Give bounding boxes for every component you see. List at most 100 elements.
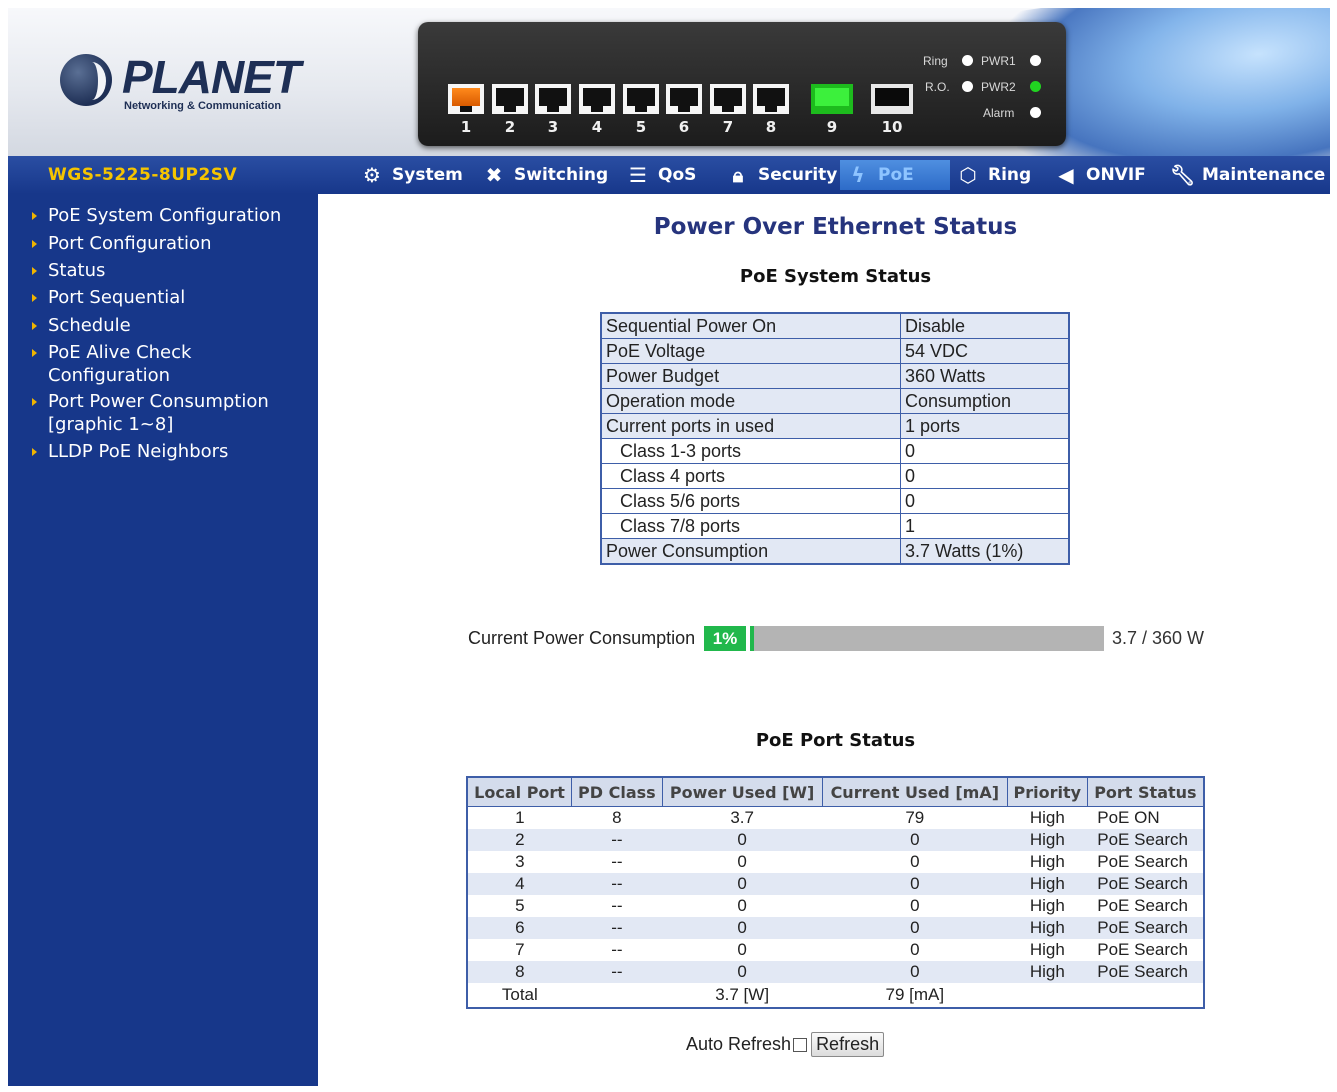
sidebar-item-port-power-consumption[interactable]: Port Power Consumption [graphic 1~8] <box>32 390 269 436</box>
lock-icon: 🔒︎ <box>732 163 744 187</box>
port-1-graphic[interactable] <box>448 84 484 114</box>
cell-port-status: PoE Search <box>1097 896 1188 915</box>
sidebar-item-port-sequential[interactable]: Port Sequential <box>32 286 185 309</box>
cell-power: 0 <box>737 940 747 959</box>
status-value: 3.7 Watts (1%) <box>900 538 1070 565</box>
cell-current: 0 <box>822 961 1008 983</box>
port-6-graphic[interactable] <box>666 84 702 114</box>
main-content: Power Over Ethernet Status PoE System St… <box>318 194 1330 1086</box>
status-key: Class 7/8 ports <box>600 513 901 539</box>
column-header: Power Used [W] <box>661 776 823 807</box>
cell-power: 0 <box>662 829 823 851</box>
nav-system[interactable]: ⚙ System <box>360 160 463 190</box>
planet-logo: PLANET Networking & Communication <box>58 48 301 128</box>
sidebar-item-label: Port Configuration <box>48 233 212 254</box>
sidebar-item-port-configuration[interactable]: Port Configuration <box>32 232 211 255</box>
cell-pd-class: 8 <box>612 808 622 827</box>
sidebar-item-lldp-poe-neighbors[interactable]: LLDP PoE Neighbors <box>32 440 228 463</box>
page-title: Power Over Ethernet Status <box>653 214 1018 240</box>
table-row: 1 8 3.7 79 High PoE ON <box>467 807 1204 830</box>
poe-icon: ϟ <box>851 163 865 187</box>
sidebar-item-schedule[interactable]: Schedule <box>32 314 131 337</box>
table-row: 8 -- 0 0 High PoE Search <box>467 961 1204 983</box>
total-label: Total <box>501 985 538 1004</box>
table-row: Class 4 ports 0 <box>600 463 1070 489</box>
port-7-graphic[interactable] <box>710 84 746 114</box>
device-front-panel: 1 2 3 4 5 6 7 8 9 10 Ring PWR1 R.O. PWR2… <box>418 22 1066 146</box>
nav-switching[interactable]: ✖ Switching <box>482 160 609 190</box>
ro-led-icon <box>962 81 973 92</box>
port-5-graphic[interactable] <box>623 84 659 114</box>
table-row: Class 1-3 ports 0 <box>600 438 1070 464</box>
led-label-pwr2: PWR2 <box>981 80 1016 94</box>
status-key: Class 1-3 ports <box>600 438 901 464</box>
status-key: Operation mode <box>600 388 901 414</box>
cell-current: 0 <box>822 829 1008 851</box>
port-4-graphic[interactable] <box>579 84 615 114</box>
total-power: 3.7 [W] <box>715 985 770 1004</box>
cell-port: 7 <box>515 940 525 959</box>
port-number: 2 <box>504 118 516 136</box>
nav-onvif[interactable]: ◀ ONVIF <box>1054 160 1145 190</box>
cell-priority: High <box>1029 852 1065 871</box>
sidebar-item-label: Schedule <box>48 315 131 336</box>
nav-poe[interactable]: ϟ PoE <box>840 160 950 190</box>
column-header: PD Class <box>571 776 663 807</box>
column-header: Current Used [mA] <box>821 776 1008 807</box>
power-consumption-percent: 1% <box>704 626 746 651</box>
cell-power: 0 <box>662 917 823 939</box>
logo-globe-icon <box>60 54 112 106</box>
table-row: 3 -- 0 0 High PoE Search <box>467 851 1204 873</box>
port-number: 6 <box>678 118 690 136</box>
port-10-graphic[interactable] <box>871 84 913 114</box>
ring-led-icon <box>962 55 973 66</box>
port-number: 4 <box>591 118 603 136</box>
port-number: 3 <box>547 118 559 136</box>
port-3-graphic[interactable] <box>535 84 571 114</box>
cell-port: 2 <box>467 829 572 851</box>
nav-maintenance[interactable]: 🔧︎ Maintenance <box>1170 160 1325 190</box>
table-row: Current ports in used 1 ports <box>600 413 1070 439</box>
cell-power: 0 <box>662 873 823 895</box>
power-consumption-bar <box>750 626 1104 651</box>
port-9-graphic[interactable] <box>811 84 853 114</box>
led-label-ro: R.O. <box>925 80 950 94</box>
device-model: WGS-5225-8UP2SV <box>48 165 238 185</box>
cell-empty <box>1007 983 1087 1008</box>
status-key: PoE Voltage <box>600 338 901 364</box>
sidebar-item-poe-system-configuration[interactable]: PoE System Configuration <box>32 204 281 227</box>
arrow-right-icon <box>32 212 37 220</box>
port-number: 5 <box>635 118 647 136</box>
arrow-right-icon <box>32 267 37 275</box>
sidebar-item-status[interactable]: Status <box>32 259 105 282</box>
power-consumption-label: Current Power Consumption <box>468 628 696 648</box>
sidebar-menu: PoE System Configuration Port Configurat… <box>8 194 318 1086</box>
table-row: 2 -- 0 0 High PoE Search <box>467 829 1204 851</box>
nav-ring[interactable]: ⬡ Ring <box>956 160 1031 190</box>
nav-qos[interactable]: ☰ QoS <box>626 160 696 190</box>
sidebar-item-poe-alive-check[interactable]: PoE Alive Check Configuration <box>32 341 191 387</box>
sidebar-item-label: PoE System Configuration <box>48 205 282 226</box>
nav-qos-label: QoS <box>658 165 697 185</box>
cell-power: 0 <box>737 852 747 871</box>
cell-priority: High <box>1029 940 1065 959</box>
status-value: 0 <box>900 463 1070 489</box>
cell-port-status: PoE Search <box>1087 961 1204 983</box>
cell-power: 0 <box>737 896 747 915</box>
top-nav-bar: WGS-5225-8UP2SV ⚙ System ✖ Switching ☰ Q… <box>8 156 1330 194</box>
wrench-icon: 🔧︎ <box>1170 163 1196 187</box>
table-row: Power Consumption 3.7 Watts (1%) <box>600 538 1070 565</box>
port-2-graphic[interactable] <box>492 84 528 114</box>
auto-refresh-checkbox[interactable] <box>793 1037 808 1052</box>
sidebar-item-label: PoE Alive Check Configuration <box>48 342 192 386</box>
status-value: 1 ports <box>900 413 1070 439</box>
port-8-graphic[interactable] <box>753 84 789 114</box>
port-number: 10 <box>881 118 903 136</box>
refresh-button[interactable]: Refresh <box>811 1032 885 1057</box>
cell-port: 6 <box>467 917 572 939</box>
poe-system-status-table: Sequential Power On Disable PoE Voltage … <box>600 312 1070 565</box>
auto-refresh-label: Auto Refresh <box>686 1034 792 1054</box>
nav-security[interactable]: 🔒︎ Security <box>726 160 838 190</box>
led-label-pwr1: PWR1 <box>981 54 1016 68</box>
status-key: Class 5/6 ports <box>600 488 901 514</box>
